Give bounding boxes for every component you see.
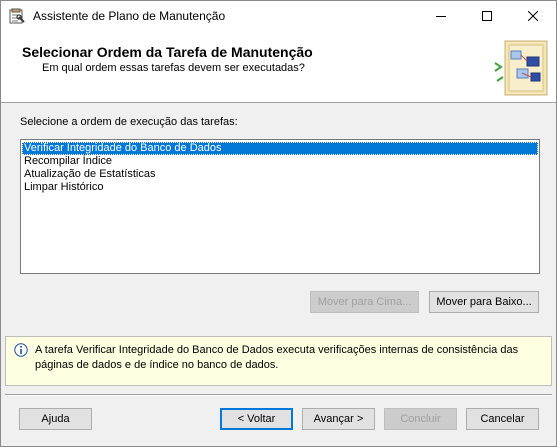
task-order-label: Selecione a ordem de execução das tarefa… <box>20 116 238 128</box>
maximize-button[interactable] <box>464 1 510 31</box>
page-title: Selecionar Ordem da Tarefa de Manutenção <box>22 44 313 60</box>
list-item[interactable]: Verificar Integridade do Banco de Dados <box>22 142 538 155</box>
task-description-text: A tarefa Verificar Integridade do Banco … <box>35 344 519 371</box>
finish-button[interactable]: Concluir <box>384 408 457 430</box>
info-icon <box>14 343 28 357</box>
window-title: Assistente de Plano de Manutenção <box>33 9 226 23</box>
help-button[interactable]: Ajuda <box>19 408 92 430</box>
move-down-button[interactable]: Mover para Baixo... <box>429 291 539 313</box>
task-description-panel: A tarefa Verificar Integridade do Banco … <box>5 336 552 386</box>
footer-divider <box>5 394 552 396</box>
next-button[interactable]: Avançar > <box>302 408 375 430</box>
minimize-button[interactable] <box>418 1 464 31</box>
close-icon <box>528 11 538 21</box>
list-item[interactable]: Atualização de Estatísticas <box>22 168 155 181</box>
wizard-banner-icon <box>491 37 551 99</box>
maximize-icon <box>482 11 492 21</box>
maintenance-wizard-icon <box>9 8 25 24</box>
wizard-window: Assistente de Plano de Manutenção Seleci… <box>0 0 557 447</box>
close-button[interactable] <box>510 1 556 31</box>
task-order-listbox[interactable]: Verificar Integridade do Banco de Dados … <box>20 139 540 274</box>
minimize-icon <box>436 16 446 17</box>
list-item[interactable]: Recompilar Índice <box>22 155 112 168</box>
page-subtitle: Em qual ordem essas tarefas devem ser ex… <box>42 62 305 74</box>
title-bar[interactable]: Assistente de Plano de Manutenção <box>1 1 556 31</box>
move-up-button[interactable]: Mover para Cima... <box>310 291 419 313</box>
cancel-button[interactable]: Cancelar <box>466 408 539 430</box>
wizard-header: Selecionar Ordem da Tarefa de Manutenção… <box>1 31 556 103</box>
list-item[interactable]: Limpar Histórico <box>22 181 103 194</box>
back-button[interactable]: < Voltar <box>220 408 293 430</box>
